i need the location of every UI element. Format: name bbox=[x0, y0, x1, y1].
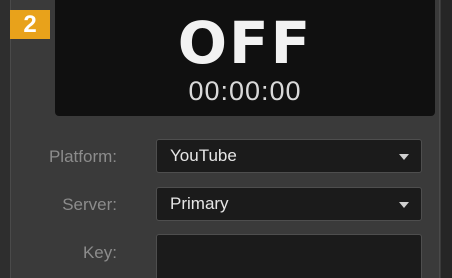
stream-status-display: OFF 00:00:00 bbox=[55, 0, 435, 116]
platform-label: Platform: bbox=[48, 147, 117, 166]
streaming-settings-panel: OFF 00:00:00 Platform: YouTube Server: P… bbox=[10, 0, 440, 278]
adjacent-panel-edge bbox=[440, 0, 452, 278]
platform-selected-value: YouTube bbox=[170, 146, 237, 165]
server-label: Server: bbox=[62, 195, 117, 214]
chevron-down-icon bbox=[399, 202, 409, 208]
stream-status-text: OFF bbox=[177, 9, 313, 77]
platform-dropdown[interactable]: YouTube bbox=[156, 139, 422, 173]
server-selected-value: Primary bbox=[170, 194, 229, 213]
step-number-badge: 2 bbox=[10, 10, 50, 39]
key-field[interactable] bbox=[156, 234, 422, 278]
key-label: Key: bbox=[82, 243, 117, 262]
streaming-panel-frame: OFF 00:00:00 Platform: YouTube Server: P… bbox=[0, 0, 452, 278]
stream-timecode: 00:00:00 bbox=[188, 76, 302, 106]
server-dropdown[interactable]: Primary bbox=[156, 187, 422, 221]
key-input[interactable] bbox=[157, 235, 421, 278]
chevron-down-icon bbox=[399, 154, 409, 160]
